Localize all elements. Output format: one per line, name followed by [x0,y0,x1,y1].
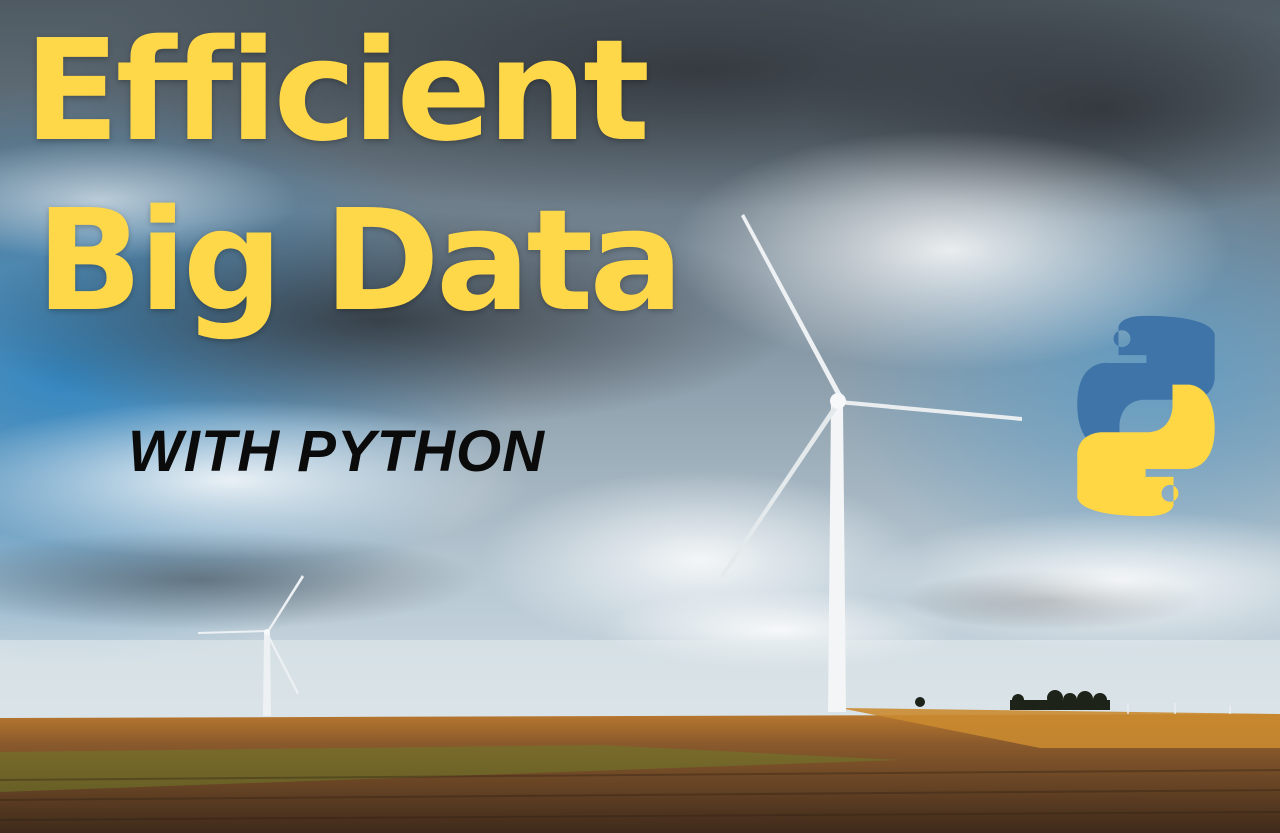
python-logo-icon [1038,308,1254,524]
banner-image: Efficient Big Data WITH PYTHON [0,0,1280,833]
title-line-1: Efficient [24,10,650,173]
subtitle: WITH PYTHON [128,419,545,484]
title-line-2: Big Data [36,180,684,343]
